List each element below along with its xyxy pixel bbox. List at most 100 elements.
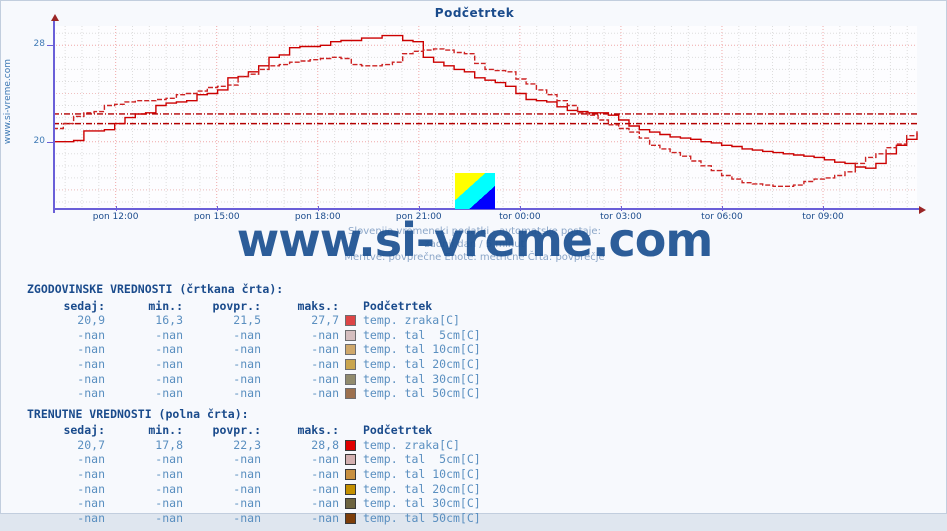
series-label: temp. zraka[C]: [363, 313, 460, 328]
legend-swatch-cell: [339, 481, 361, 496]
cell-min: -nan: [155, 510, 183, 525]
cell-maks: -nan: [311, 452, 339, 467]
x-tick-mark: [317, 206, 319, 211]
table-section-title: TRENUTNE VREDNOSTI (polna črta):: [27, 406, 249, 421]
series-label: temp. tal 20cm[C]: [363, 357, 481, 372]
series-label: temp. tal 20cm[C]: [363, 481, 481, 496]
legend-color-swatch: [344, 359, 356, 371]
column-header: maks.:: [297, 423, 339, 438]
legend-color-swatch: [344, 344, 356, 356]
cell-povpr: -nan: [233, 327, 261, 342]
legend-color-swatch: [344, 373, 356, 385]
y-axis: [51, 14, 59, 213]
cell-sedaj: -nan: [77, 357, 105, 372]
legend-color-swatch: [344, 329, 356, 341]
x-tick-mark: [620, 206, 622, 211]
cell-povpr: -nan: [233, 510, 261, 525]
cell-maks: 27,7: [311, 313, 339, 328]
cell-maks: -nan: [311, 386, 339, 401]
legend-color-swatch: [344, 483, 356, 495]
x-axis-arrow-icon: [919, 206, 926, 214]
legend-color-swatch: [344, 439, 356, 451]
table-row: -nan -nan -nan -nan temp. tal 20cm[C]: [27, 481, 481, 496]
legend-swatch-cell: [339, 438, 361, 453]
legend-swatch-cell: [339, 452, 361, 467]
series-label: temp. zraka[C]: [363, 437, 460, 452]
x-tick-label: pon 15:00: [193, 212, 240, 222]
x-tick-label: pon 18:00: [294, 212, 341, 222]
legend-color-swatch: [344, 469, 356, 481]
cell-maks: -nan: [311, 342, 339, 357]
cell-maks: -nan: [311, 327, 339, 342]
legend-color-swatch: [344, 388, 356, 400]
y-axis-arrow-icon: [51, 14, 59, 21]
table-row: -nan -nan -nan -nan temp. tal 50cm[C]: [27, 386, 481, 401]
cell-sedaj: -nan: [77, 452, 105, 467]
cell-min: -nan: [155, 342, 183, 357]
series-label: temp. tal 5cm[C]: [363, 327, 481, 342]
cell-sedaj: -nan: [77, 481, 105, 496]
cell-povpr: -nan: [233, 386, 261, 401]
table-row: -nan -nan -nan -nan temp. tal 50cm[C]: [27, 510, 481, 526]
legend-swatch-cell: [339, 511, 361, 526]
cell-min: -nan: [155, 386, 183, 401]
legend-color-swatch: [344, 454, 356, 466]
table-row: -nan -nan -nan -nan temp. tal 30cm[C]: [27, 371, 480, 386]
cell-povpr: 21,5: [233, 313, 261, 328]
cell-povpr: -nan: [233, 481, 261, 496]
legend-color-swatch: [344, 498, 356, 510]
page-title: Podčetrtek: [434, 6, 515, 20]
column-header: maks.:: [297, 298, 339, 313]
cell-min: -nan: [155, 481, 183, 496]
cell-povpr: -nan: [233, 496, 261, 511]
y-tick-mark: [47, 45, 53, 47]
column-header: min.:: [148, 298, 183, 313]
cell-sedaj: -nan: [77, 467, 105, 482]
series-label: temp. tal 50cm[C]: [363, 510, 481, 525]
table-row: -nan -nan -nan -nan temp. tal 5cm[C]: [27, 452, 480, 467]
cell-povpr: -nan: [233, 467, 261, 482]
cell-min: -nan: [155, 327, 183, 342]
cell-povpr: -nan: [233, 342, 261, 357]
cell-povpr: 22,3: [233, 437, 261, 452]
caption-line-2: zadnji dan / 5 minut: [424, 239, 525, 250]
table-section-title: ZGODOVINSKE VREDNOSTI (črtkana črta):: [27, 282, 284, 296]
series-label: temp. tal 50cm[C]: [363, 386, 481, 401]
legend-swatch-cell: [339, 467, 361, 482]
table-header-row: sedaj: min.: povpr.: maks.: Podčetrtek: [27, 423, 481, 438]
y-tick-mark: [47, 141, 53, 143]
x-tick-mark: [519, 206, 521, 211]
cell-maks: -nan: [311, 357, 339, 372]
cell-maks: -nan: [311, 510, 339, 525]
cell-maks: -nan: [311, 496, 339, 511]
cell-min: 16,3: [155, 313, 183, 328]
table-row: -nan -nan -nan -nan temp. tal 10cm[C]: [27, 467, 480, 482]
column-header: min.:: [148, 423, 183, 438]
cell-sedaj: -nan: [77, 342, 105, 357]
table-row: -nan -nan -nan -nan temp. tal 30cm[C]: [27, 496, 480, 511]
x-tick-label: pon 21:00: [395, 212, 442, 222]
x-tick-label: tor 03:00: [600, 212, 642, 222]
cell-povpr: -nan: [233, 452, 261, 467]
slovenia-flag-icon: [455, 173, 495, 209]
cell-min: -nan: [155, 467, 183, 482]
values-table: TRENUTNE VREDNOSTI (polna črta): sedaj: mi…: [27, 407, 947, 526]
x-tick-label: tor 00:00: [499, 212, 541, 222]
series-label: temp. tal 10cm[C]: [363, 342, 481, 357]
x-tick-label: tor 06:00: [701, 212, 743, 222]
x-tick-mark: [418, 206, 420, 211]
legend-swatch-cell: [339, 328, 361, 343]
cell-sedaj: -nan: [77, 327, 105, 342]
column-header: povpr.:: [212, 298, 261, 313]
table-row: 20,9 16,3 21,5 27,7 temp. zraka[C]: [27, 313, 481, 328]
x-tick-label: pon 12:00: [92, 212, 139, 222]
cell-maks: -nan: [311, 371, 339, 386]
cell-min: -nan: [155, 452, 183, 467]
cell-sedaj: -nan: [77, 371, 105, 386]
cell-min: -nan: [155, 371, 183, 386]
x-tick-mark: [721, 206, 723, 211]
cell-sedaj: 20,9: [77, 313, 105, 328]
cell-povpr: -nan: [233, 371, 261, 386]
cell-min: 17,8: [155, 437, 183, 452]
column-header: sedaj:: [63, 298, 105, 313]
